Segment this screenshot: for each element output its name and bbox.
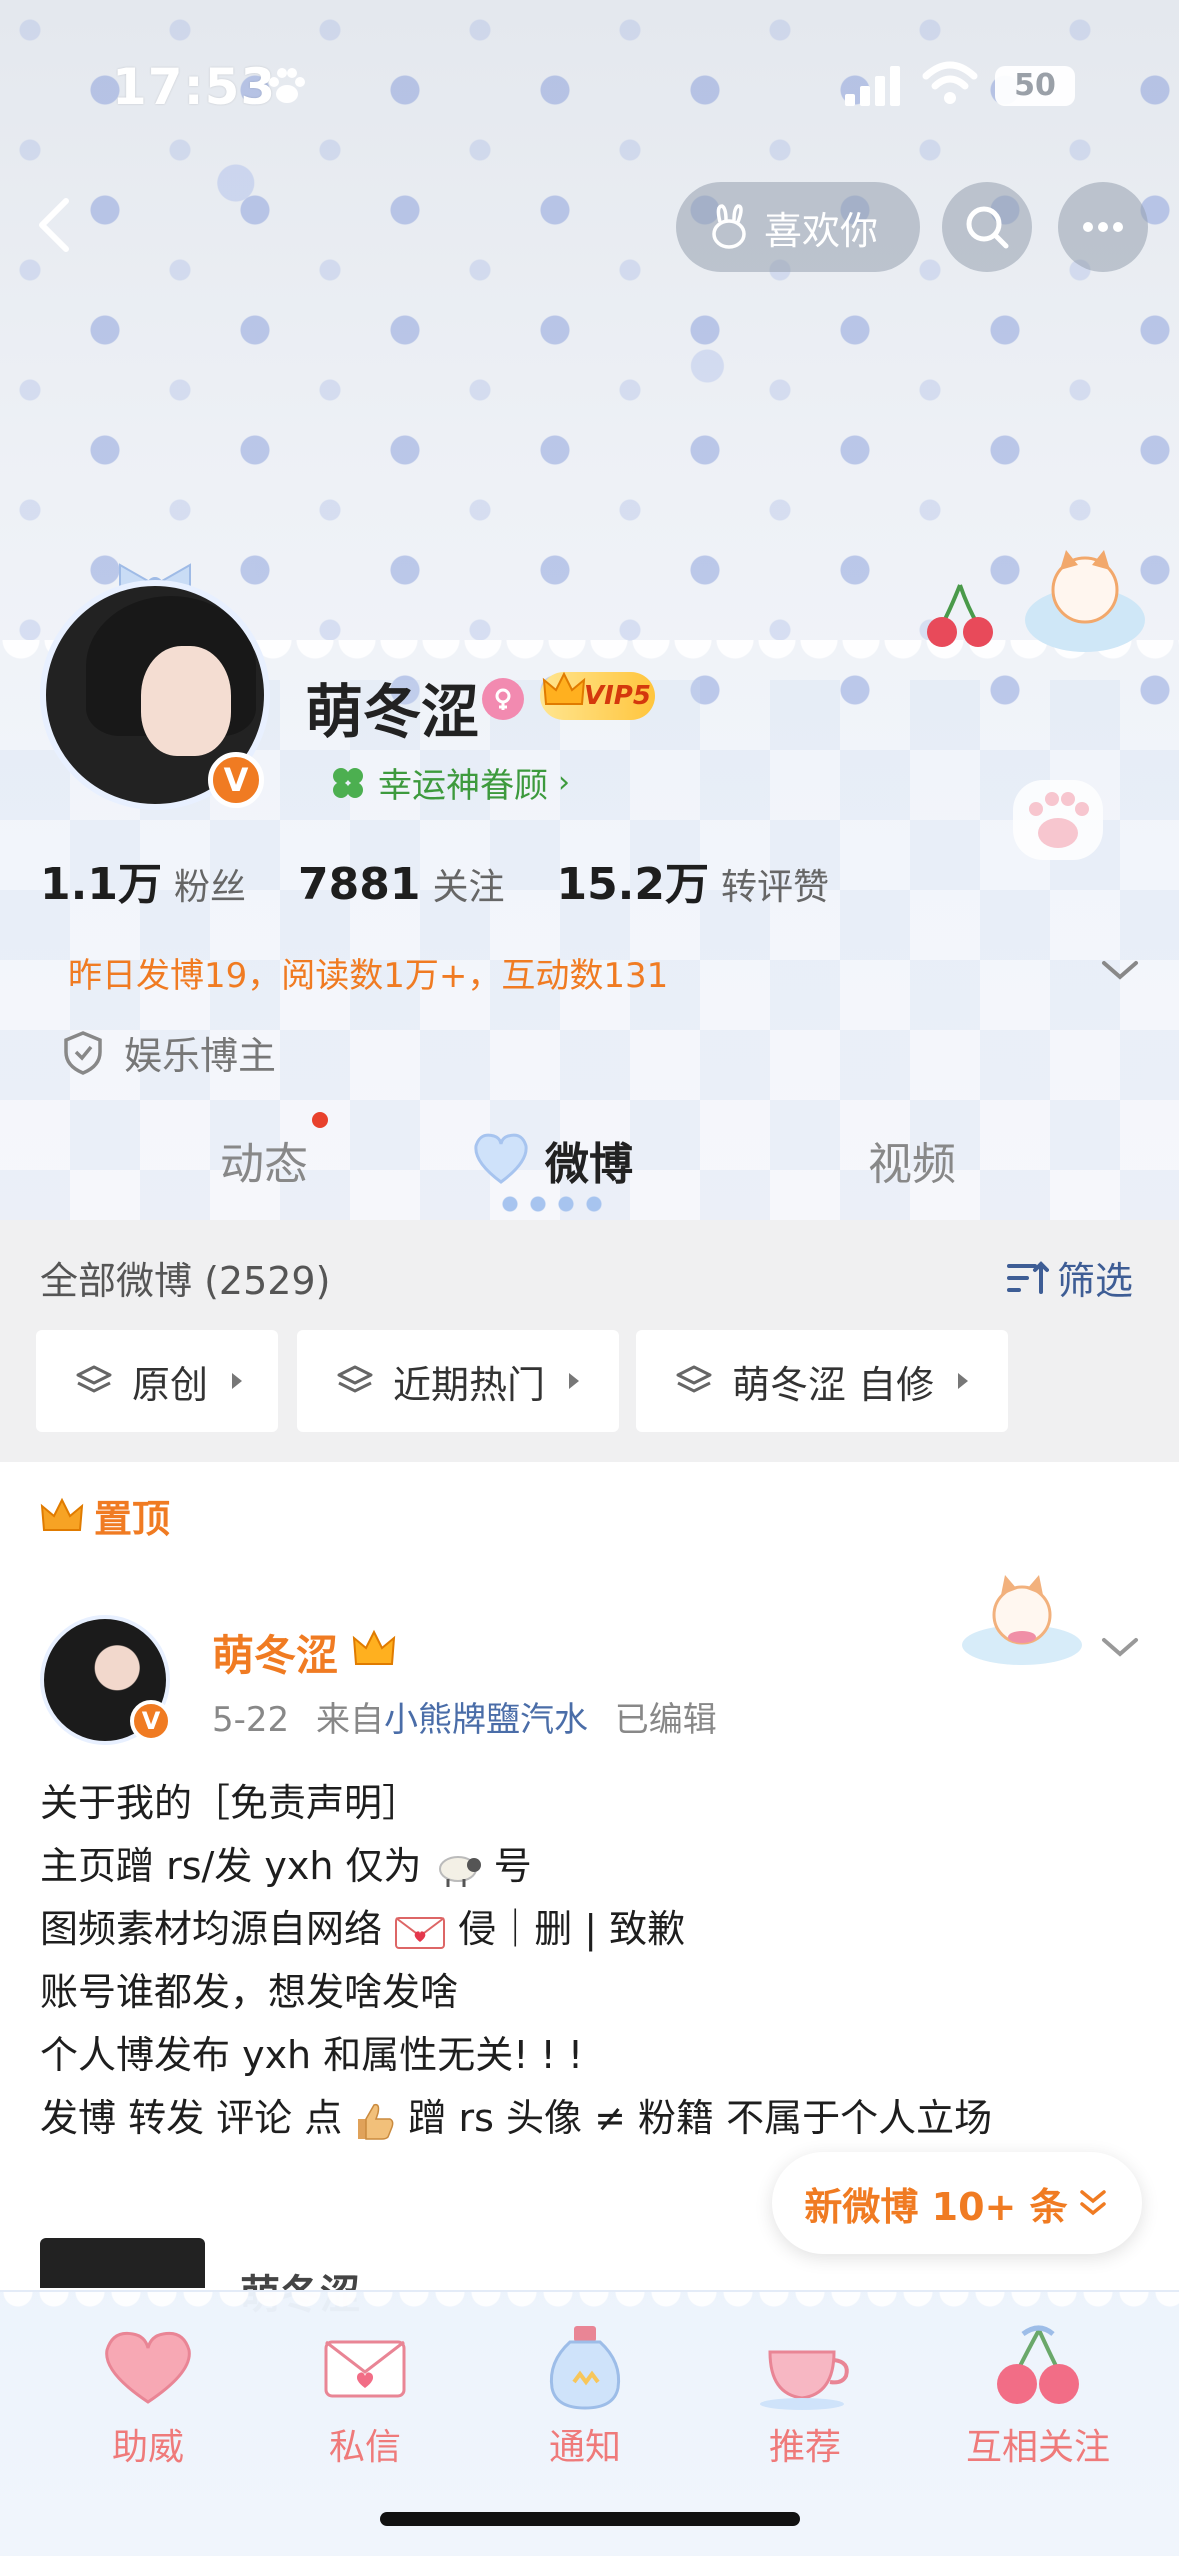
new-posts-button[interactable]: 新微博 10+ 条 — [772, 2152, 1142, 2254]
sheep-icon — [438, 1855, 481, 1887]
filter-label: 筛选 — [1057, 1259, 1134, 1303]
pinned-label: 置顶 — [40, 1488, 170, 1543]
chip-recent-hot[interactable]: 近期热门 — [297, 1330, 619, 1432]
letter-icon — [324, 2340, 406, 2398]
love-letter-icon — [395, 1916, 446, 1949]
chip-original[interactable]: 原创 — [36, 1330, 278, 1432]
tab-dynamics[interactable]: 动态 — [220, 1128, 308, 1192]
cherry-sticker-icon — [927, 584, 993, 647]
search-button[interactable] — [942, 182, 1032, 272]
crown-icon — [542, 671, 586, 705]
battery-icon: 50 — [995, 66, 1075, 106]
post-date: 5-22 — [212, 1700, 290, 1740]
double-chevron-down-icon — [1079, 2190, 1106, 2216]
post-source[interactable]: 小熊牌鹽汽水 — [384, 1700, 588, 1740]
cat-sticker-icon — [1025, 550, 1145, 652]
female-icon — [482, 678, 524, 720]
chevron-right-icon: › — [558, 765, 570, 800]
stat-following[interactable]: 7881 关注 — [298, 858, 504, 910]
chevron-down-icon[interactable] — [1098, 1632, 1142, 1662]
member-crown-icon — [352, 1629, 396, 1665]
paw-icon — [269, 68, 305, 103]
search-icon — [966, 206, 1009, 249]
cherry-icon — [997, 2325, 1079, 2404]
all-weibo-count: 全部微博 (2529) — [40, 1259, 331, 1303]
activity-summary[interactable]: 昨日发博19，阅读数1万+，互动数131 — [68, 948, 668, 997]
caret-right-icon — [958, 1373, 969, 1389]
role-label: 娱乐博主 — [124, 1034, 277, 1078]
post-edited[interactable]: 已编辑 — [615, 1700, 717, 1740]
post-line: 图频素材均源自网络 侵｜删 | 致歉 — [40, 1907, 686, 1951]
notification-dot — [312, 1112, 328, 1128]
heart-icon — [105, 2331, 191, 2404]
caret-right-icon — [569, 1373, 580, 1389]
status-bar: 17:53 50 — [0, 0, 1179, 170]
caret-right-icon — [232, 1373, 243, 1389]
tab-weibo[interactable]: 微博 — [545, 1128, 633, 1192]
filter-icon — [1007, 1260, 1049, 1294]
back-icon[interactable] — [30, 195, 80, 255]
filter-button[interactable]: 筛选 — [1005, 1250, 1133, 1305]
message-button[interactable]: 私信 — [275, 2322, 455, 2470]
layers-icon — [76, 1365, 112, 1393]
post-line: 关于我的［免责声明］ — [40, 1781, 421, 1825]
shield-icon — [64, 1030, 102, 1075]
home-indicator[interactable] — [380, 2512, 800, 2526]
post-line: 发博 转发 评论 点 蹭 rs 头像 ≠ 粉籍 不属于个人立场 — [40, 2096, 993, 2140]
heart-icon — [474, 1133, 528, 1184]
like-you-label: 喜欢你 — [764, 208, 879, 253]
rabbit-icon — [712, 204, 746, 249]
post-line: 个人博发布 yxh 和属性无关! ! ! — [40, 2033, 584, 2077]
new-posts-label: 新微博 10+ 条 — [804, 2184, 1068, 2229]
cheer-button[interactable]: 助威 — [58, 2322, 238, 2470]
profile-stats: 1.1万 粉丝 7881 关注 15.2万 转评赞 — [40, 848, 881, 912]
role-tag[interactable]: 娱乐博主 — [62, 1025, 276, 1080]
mutual-follow-button[interactable]: 互相关注 — [938, 2322, 1138, 2470]
next-post-thumbnail[interactable] — [40, 2238, 205, 2288]
stat-followers[interactable]: 1.1万 粉丝 — [40, 848, 246, 912]
post-body: 关于我的［免责声明］ 主页蹭 rs/发 yxh 仅为 号 图频素材均源自网络 侵… — [40, 1772, 1140, 2150]
layers-icon — [676, 1365, 712, 1393]
post-author[interactable]: 萌冬涩 — [212, 1622, 338, 1683]
thumbs-up-icon — [358, 2103, 394, 2140]
wifi-icon — [922, 61, 978, 104]
chevron-down-icon[interactable] — [1098, 955, 1142, 985]
lucky-link[interactable]: 幸运神眷顾 › — [328, 758, 570, 807]
status-time: 17:53 — [112, 58, 277, 116]
verified-badge: V — [130, 1700, 172, 1742]
like-you-button[interactable]: 喜欢你 — [676, 182, 920, 272]
signal-icon — [845, 66, 900, 106]
more-button[interactable] — [1058, 182, 1148, 272]
vip-label: VIP5 — [584, 681, 651, 711]
filter-area: 全部微博 (2529) 筛选 原创 近期热门 萌冬涩 自修 — [0, 1220, 1179, 1462]
vip-badge[interactable]: VIP5 — [540, 671, 655, 720]
clover-icon — [333, 767, 363, 798]
tab-active-indicator — [496, 1196, 606, 1212]
bottle-icon — [549, 2326, 621, 2410]
post-line: 账号谁都发，想发啥发啥 — [40, 1970, 459, 2014]
layers-icon — [337, 1365, 373, 1393]
chip-self-study[interactable]: 萌冬涩 自修 — [636, 1330, 1008, 1432]
post-from: 来自 — [315, 1700, 384, 1740]
cat-sticker-icon — [962, 1575, 1082, 1665]
tab-video[interactable]: 视频 — [868, 1128, 956, 1192]
post-line: 主页蹭 rs/发 yxh 仅为 号 — [40, 1844, 532, 1888]
stat-interactions[interactable]: 15.2万 转评赞 — [556, 848, 829, 912]
more-icon — [1083, 222, 1123, 232]
crown-icon — [40, 1497, 84, 1531]
paw-sticker-icon — [1013, 780, 1103, 860]
lucky-label: 幸运神眷顾 — [378, 766, 548, 806]
recommend-button[interactable]: 推荐 — [715, 2322, 895, 2470]
post-meta: 5-22 来自小熊牌鹽汽水 已编辑 — [212, 1692, 717, 1741]
verified-badge: V — [208, 752, 264, 808]
teacup-icon — [760, 2350, 849, 2410]
profile-name: 萌冬涩 — [305, 678, 480, 746]
notification-button[interactable]: 通知 — [495, 2322, 675, 2470]
